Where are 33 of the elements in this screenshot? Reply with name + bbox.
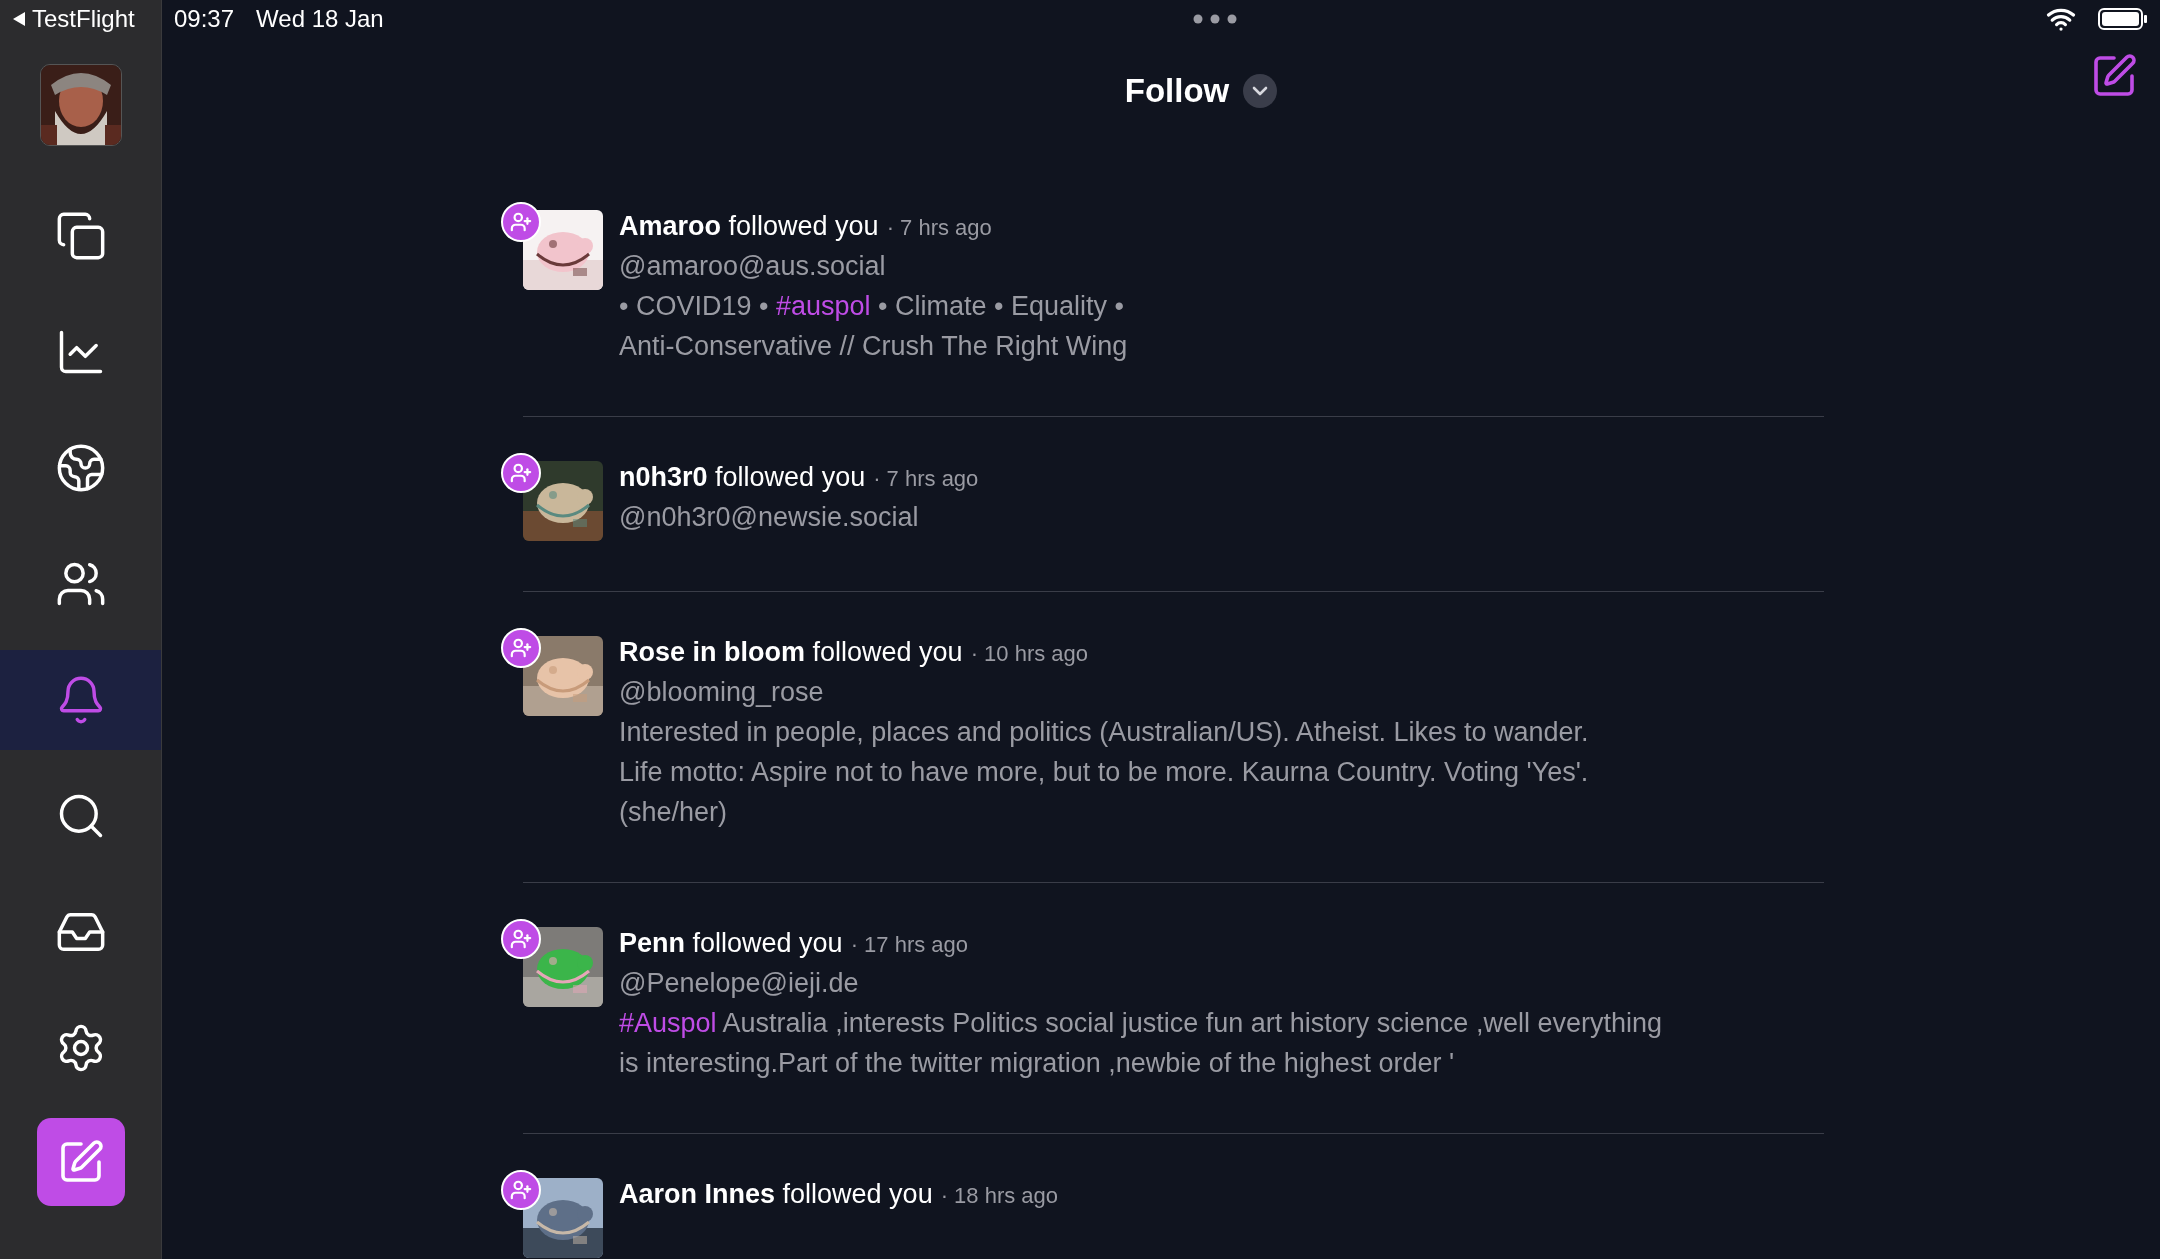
hashtag-link[interactable]: #auspol [775, 291, 871, 321]
notification-title: n0h3r0 followed you [619, 461, 866, 494]
status-date: Wed 18 Jan [256, 5, 384, 33]
notification-title: Penn followed you [619, 927, 843, 960]
filter-dropdown[interactable] [1243, 74, 1278, 108]
status-time: 09:37 [174, 5, 235, 33]
timestamp: · 7 hrs ago [873, 465, 979, 493]
person-plus-icon [510, 211, 532, 233]
bio-text: #Auspol Australia ,interests Politics social justice fun art history science ,well everything is interesting.Part of the twitter migration ,newbie of the highest order ' [619, 1007, 1662, 1080]
user-handle: @Penelope@ieji.de [619, 967, 860, 1000]
notification-title: Aaron Innes followed you [619, 1178, 933, 1211]
timestamp: · 18 hrs ago [940, 1182, 1059, 1210]
notification-title: Rose in bloom followed you [619, 636, 963, 669]
back-icon[interactable] [12, 11, 26, 27]
person-plus-icon [510, 637, 532, 659]
timestamp: · 17 hrs ago [850, 931, 969, 959]
more-icon[interactable] [1192, 14, 1237, 24]
hashtag-link[interactable]: #Auspol [619, 1008, 717, 1038]
bio-text: Interested in people, places and politics (Australian/US). Atheist. Likes to wander. Life motto: Aspire not to have more, but to be more. Kaurna Country. Voting 'Yes'. (she/her) [619, 716, 1589, 829]
person-plus-icon [510, 462, 532, 484]
user-handle: @blooming_rose [619, 676, 825, 709]
back-link[interactable]: TestFlight [32, 5, 135, 33]
user-handle: @n0h3r0@newsie.social [619, 501, 920, 534]
bio-text: • COVID19 • #auspol • Climate • Equality • Anti-Conservative // Crush The Right Wing [619, 290, 1128, 363]
page-title: Follow [1124, 72, 1230, 110]
person-plus-icon [510, 928, 532, 950]
timestamp: · 7 hrs ago [886, 214, 992, 242]
user-handle: @amaroo@aus.social [619, 250, 887, 283]
notification-title: Amaroo followed you [619, 210, 879, 243]
timestamp: · 10 hrs ago [970, 640, 1089, 668]
person-plus-icon [510, 1179, 532, 1201]
battery-icon [2098, 7, 2148, 31]
compose-button[interactable] [36, 1118, 125, 1206]
